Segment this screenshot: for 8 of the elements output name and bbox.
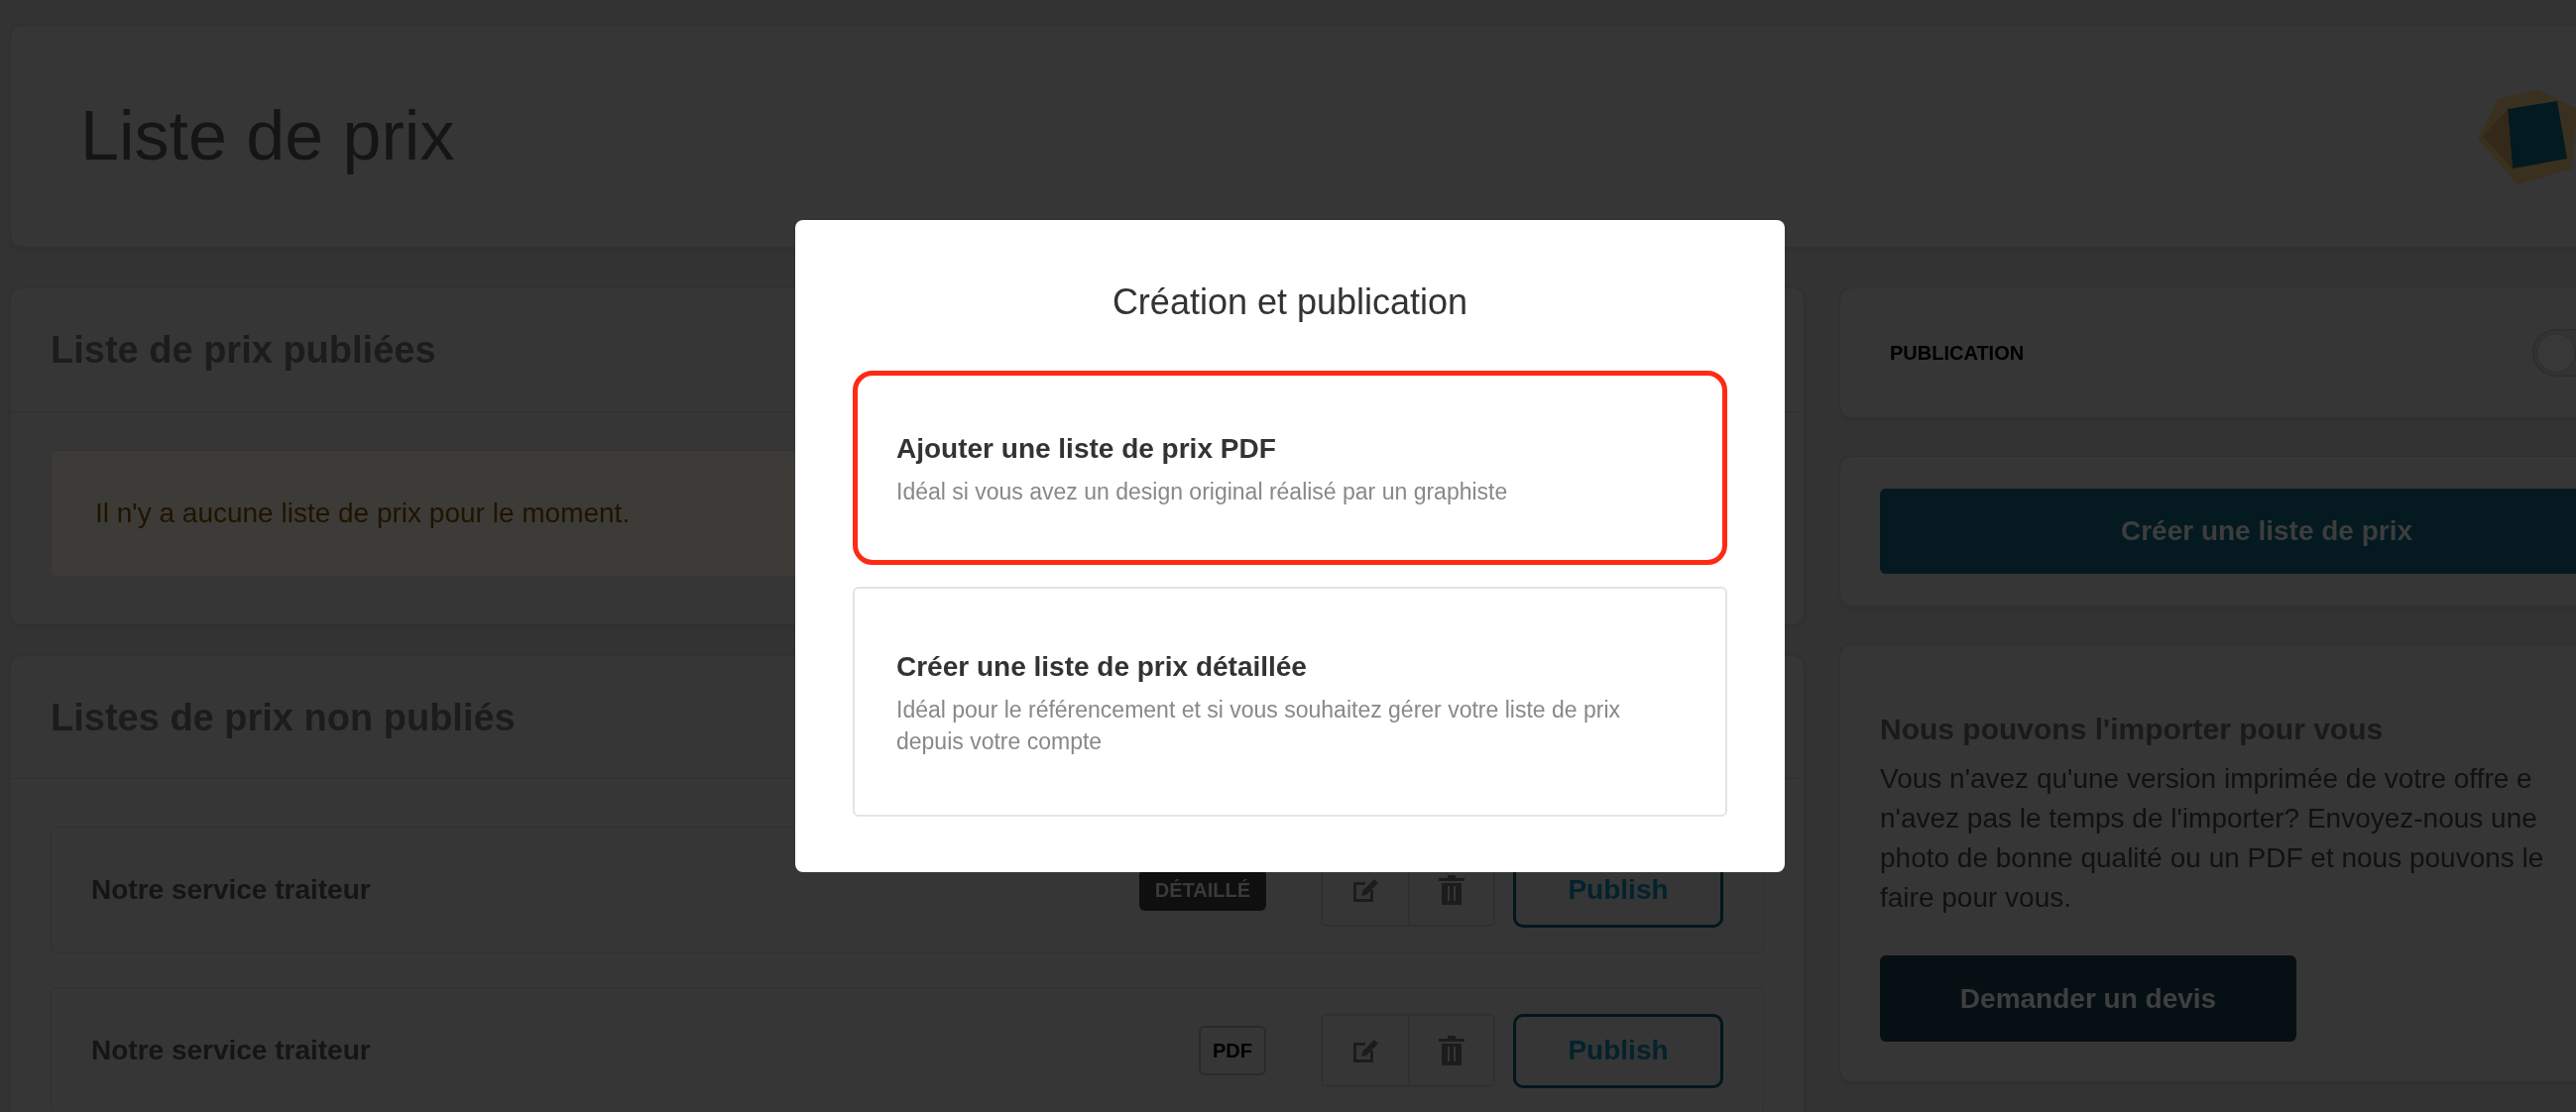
quote-button[interactable]: Demander un devis <box>1880 955 2296 1042</box>
trash-icon <box>1439 1036 1464 1066</box>
option-card[interactable]: Créer une liste de prix détaillée Idéal pour le référencement et si vous souhaitez gérer votre liste de prix depuis votre compte <box>853 587 1727 817</box>
trash-icon <box>1439 875 1464 906</box>
modal-title: Création et publication <box>1111 280 1469 324</box>
create-button[interactable]: Créer une liste de prix <box>1880 489 2576 574</box>
logo-icon <box>2478 88 2576 184</box>
option-card[interactable]: Ajouter une liste de prix PDF Idéal si vous avez un design original réalisé par un graphiste <box>853 371 1727 565</box>
